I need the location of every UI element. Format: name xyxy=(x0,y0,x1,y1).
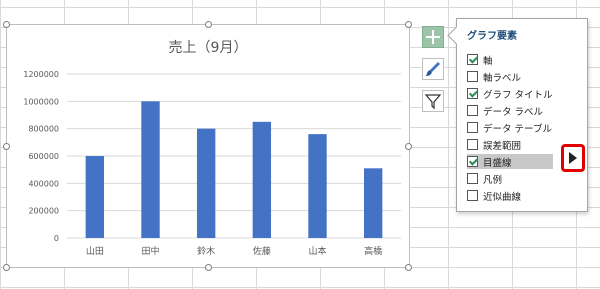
bar[interactable] xyxy=(196,128,216,238)
bar[interactable] xyxy=(363,168,383,238)
resize-handle-right[interactable] xyxy=(405,143,412,150)
resize-handle-top-right[interactable] xyxy=(405,21,412,28)
filter-icon xyxy=(424,94,442,110)
checkbox[interactable] xyxy=(467,105,478,116)
checkbox[interactable] xyxy=(467,156,478,167)
play-arrow-icon xyxy=(569,152,577,164)
item-label: 目盛線 xyxy=(483,157,512,169)
item-label: グラフ タイトル xyxy=(483,89,553,101)
x-tick-label: 佐藤 xyxy=(253,245,271,257)
bar[interactable] xyxy=(308,134,327,238)
y-tick-label: 1000000 xyxy=(23,97,59,106)
panel-title: グラフ要素 xyxy=(467,31,517,42)
x-tick-label: 山田 xyxy=(86,246,104,257)
gridlines-more-options-button[interactable] xyxy=(561,144,585,172)
element-trendline[interactable]: 近似曲線 xyxy=(467,188,585,203)
chart-styles-button[interactable] xyxy=(422,58,444,80)
item-label: 凡例 xyxy=(483,174,503,186)
bar[interactable] xyxy=(85,156,105,238)
brush-icon xyxy=(426,62,440,76)
item-label: 誤差範囲 xyxy=(483,140,522,152)
element-chart-title[interactable]: グラフ タイトル xyxy=(467,86,585,101)
chart-filters-button[interactable] xyxy=(422,90,444,112)
checkbox[interactable] xyxy=(467,71,478,82)
element-axis[interactable]: 軸 xyxy=(467,52,585,67)
checkbox[interactable] xyxy=(467,54,478,65)
x-tick-label: 山本 xyxy=(308,245,326,257)
checkbox[interactable] xyxy=(467,122,478,133)
chart-plot: 0 200000 400000 600000 800000 1000000 1200000 山… xyxy=(23,70,401,257)
element-legend[interactable]: 凡例 xyxy=(467,171,585,186)
element-data-labels[interactable]: データ ラベル xyxy=(467,103,585,118)
y-tick-label: 200000 xyxy=(28,207,59,216)
checkbox[interactable] xyxy=(467,139,478,150)
element-data-table[interactable]: データ テーブル xyxy=(467,120,585,135)
y-tick-label: 800000 xyxy=(28,125,59,134)
checkbox[interactable] xyxy=(467,88,478,99)
y-tick-label: 0 xyxy=(54,234,59,243)
item-label: 近似曲線 xyxy=(483,191,522,203)
x-tick-label: 高橋 xyxy=(364,245,382,257)
resize-handle-top[interactable] xyxy=(205,21,212,28)
resize-handle-top-left[interactable] xyxy=(3,21,10,28)
x-tick-label: 鈴木 xyxy=(197,245,215,257)
x-tick-label: 田中 xyxy=(141,245,159,257)
plus-icon xyxy=(426,30,440,44)
item-label: 軸ラベル xyxy=(483,72,522,84)
checkbox[interactable] xyxy=(467,190,478,201)
element-axis-labels[interactable]: 軸ラベル xyxy=(467,69,585,84)
bar[interactable] xyxy=(141,101,160,238)
item-label: データ ラベル xyxy=(483,106,544,118)
chart-area[interactable]: 売上（9月） 0 200000 400000 600000 800000 1000000 1… xyxy=(3,21,412,271)
chart-elements-panel: グラフ要素 軸 軸ラベル グラフ タイトル データ ラベル データ テーブル 誤… xyxy=(447,18,588,212)
bar[interactable] xyxy=(252,121,272,238)
resize-handle-bottom-right[interactable] xyxy=(405,264,412,271)
resize-handle-left[interactable] xyxy=(3,143,10,150)
y-tick-label: 1200000 xyxy=(23,70,59,79)
element-gridlines[interactable]: 目盛線 xyxy=(467,154,553,169)
checkbox[interactable] xyxy=(467,173,478,184)
resize-handle-bottom[interactable] xyxy=(205,264,212,271)
chart-elements-button[interactable] xyxy=(422,26,444,48)
item-label: 軸 xyxy=(483,55,493,67)
y-tick-label: 600000 xyxy=(28,152,59,161)
resize-handle-bottom-left[interactable] xyxy=(3,264,10,271)
item-label: データ テーブル xyxy=(483,123,552,135)
y-tick-label: 400000 xyxy=(28,179,59,188)
